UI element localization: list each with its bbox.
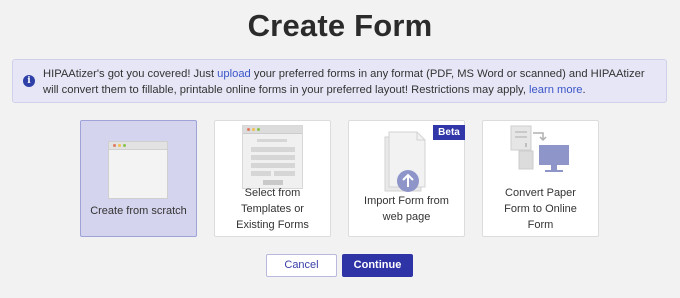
option-label: Convert Paper Form to Online Form [487,185,594,233]
option-label-line: Templates or [241,203,304,215]
cancel-button[interactable]: Cancel [266,254,337,277]
beta-badge: Beta [433,125,465,140]
convert-paper-icon [510,125,569,172]
page-title: Create Form [247,8,433,43]
option-label-line: web page [382,211,431,223]
option-label-line: Form to Online [504,203,577,215]
info-text-part: HIPAAtizer's got you covered! Just [43,68,218,80]
option-label: Import Form from web page [353,193,460,225]
option-label: Select from Templates or Existing Forms [219,185,326,233]
info-banner: i HIPAAtizer's got you covered! Just upl… [12,59,667,103]
template-form-icon [242,125,303,189]
option-label: Create from scratch [90,205,187,217]
option-label-line: Existing Forms [236,219,309,231]
option-label-line: Import Form from [364,195,449,207]
option-create-from-scratch[interactable]: Create from scratch [80,120,197,237]
continue-button[interactable]: Continue [342,254,413,277]
info-icon: i [23,75,35,87]
blank-window-icon [108,141,168,199]
option-label-line: Select from [244,187,301,199]
option-convert-paper-form[interactable]: Convert Paper Form to Online Form [482,120,599,237]
info-text-part: . [582,84,586,96]
option-label-line: Form [527,219,554,231]
option-import-from-web-page[interactable]: Beta Import Form from web page [348,120,465,237]
learn-more-link[interactable]: learn more [529,84,582,96]
option-select-from-templates[interactable]: Select from Templates or Existing Forms [214,120,331,237]
option-label-line: Convert Paper [505,187,576,199]
upload-link[interactable]: upload [217,68,251,80]
info-text: HIPAAtizer's got you covered! Just uploa… [43,66,663,98]
